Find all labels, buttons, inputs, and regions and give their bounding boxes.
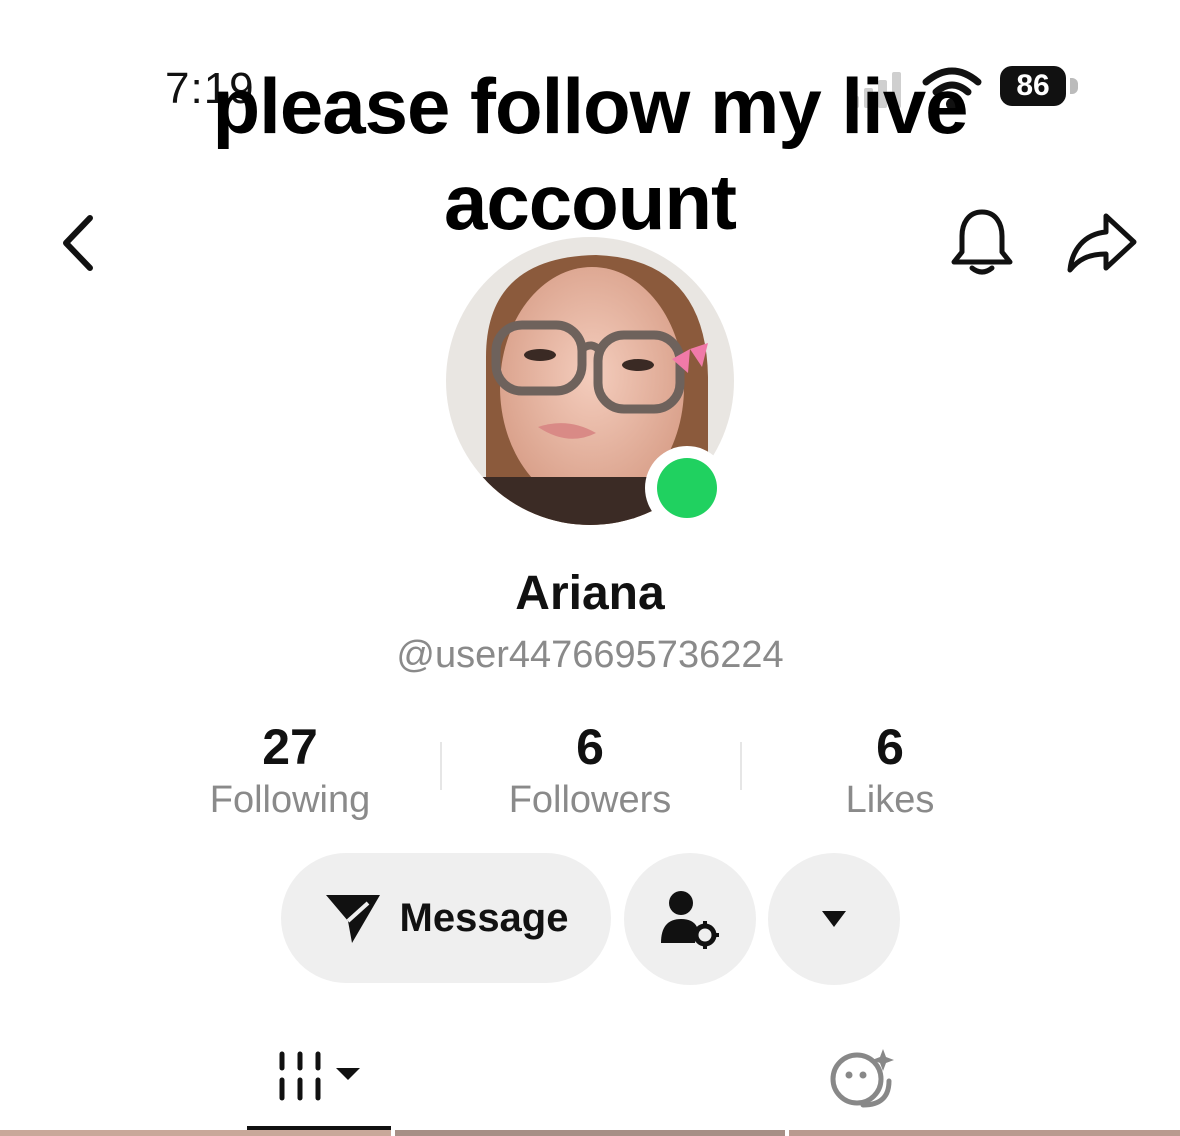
video-thumbnail[interactable] (394, 1130, 786, 1136)
stat-followers[interactable]: 6 Followers (440, 718, 740, 824)
video-thumbnail[interactable] (0, 1130, 391, 1136)
share-arrow-icon[interactable] (1062, 208, 1142, 278)
live-indicator-dot (657, 458, 717, 518)
display-name: Ariana (515, 567, 665, 620)
tab-ai-self[interactable] (790, 1030, 934, 1126)
stat-following-label: Following (209, 779, 371, 821)
user-settings-button[interactable] (624, 853, 756, 985)
user-settings-icon (661, 891, 719, 949)
stat-likes-label: Likes (845, 779, 935, 821)
stat-followers-value: 6 (576, 719, 604, 775)
stat-likes-value: 6 (876, 719, 904, 775)
caret-down-icon (822, 911, 846, 927)
video-grid-preview (0, 1130, 1180, 1136)
sparkle-face-icon (830, 1049, 894, 1108)
bell-icon[interactable] (946, 206, 1018, 280)
overlay-caption: please follow my live account (212, 62, 969, 246)
video-thumbnail[interactable] (789, 1130, 1180, 1136)
stat-followers-label: Followers (508, 779, 672, 821)
send-icon (325, 895, 380, 943)
username: @user4476695736224 (396, 634, 784, 676)
message-label: Message (399, 895, 569, 940)
back-chevron-icon[interactable] (52, 210, 108, 276)
stat-following-value: 27 (262, 719, 318, 775)
tab-videos[interactable] (247, 1030, 391, 1126)
stat-following[interactable]: 27 Following (140, 718, 440, 824)
stat-likes[interactable]: 6 Likes (740, 718, 1040, 824)
grid-lines-icon (279, 1051, 360, 1101)
more-options-button[interactable] (768, 853, 900, 985)
message-button[interactable]: Message (281, 853, 611, 983)
